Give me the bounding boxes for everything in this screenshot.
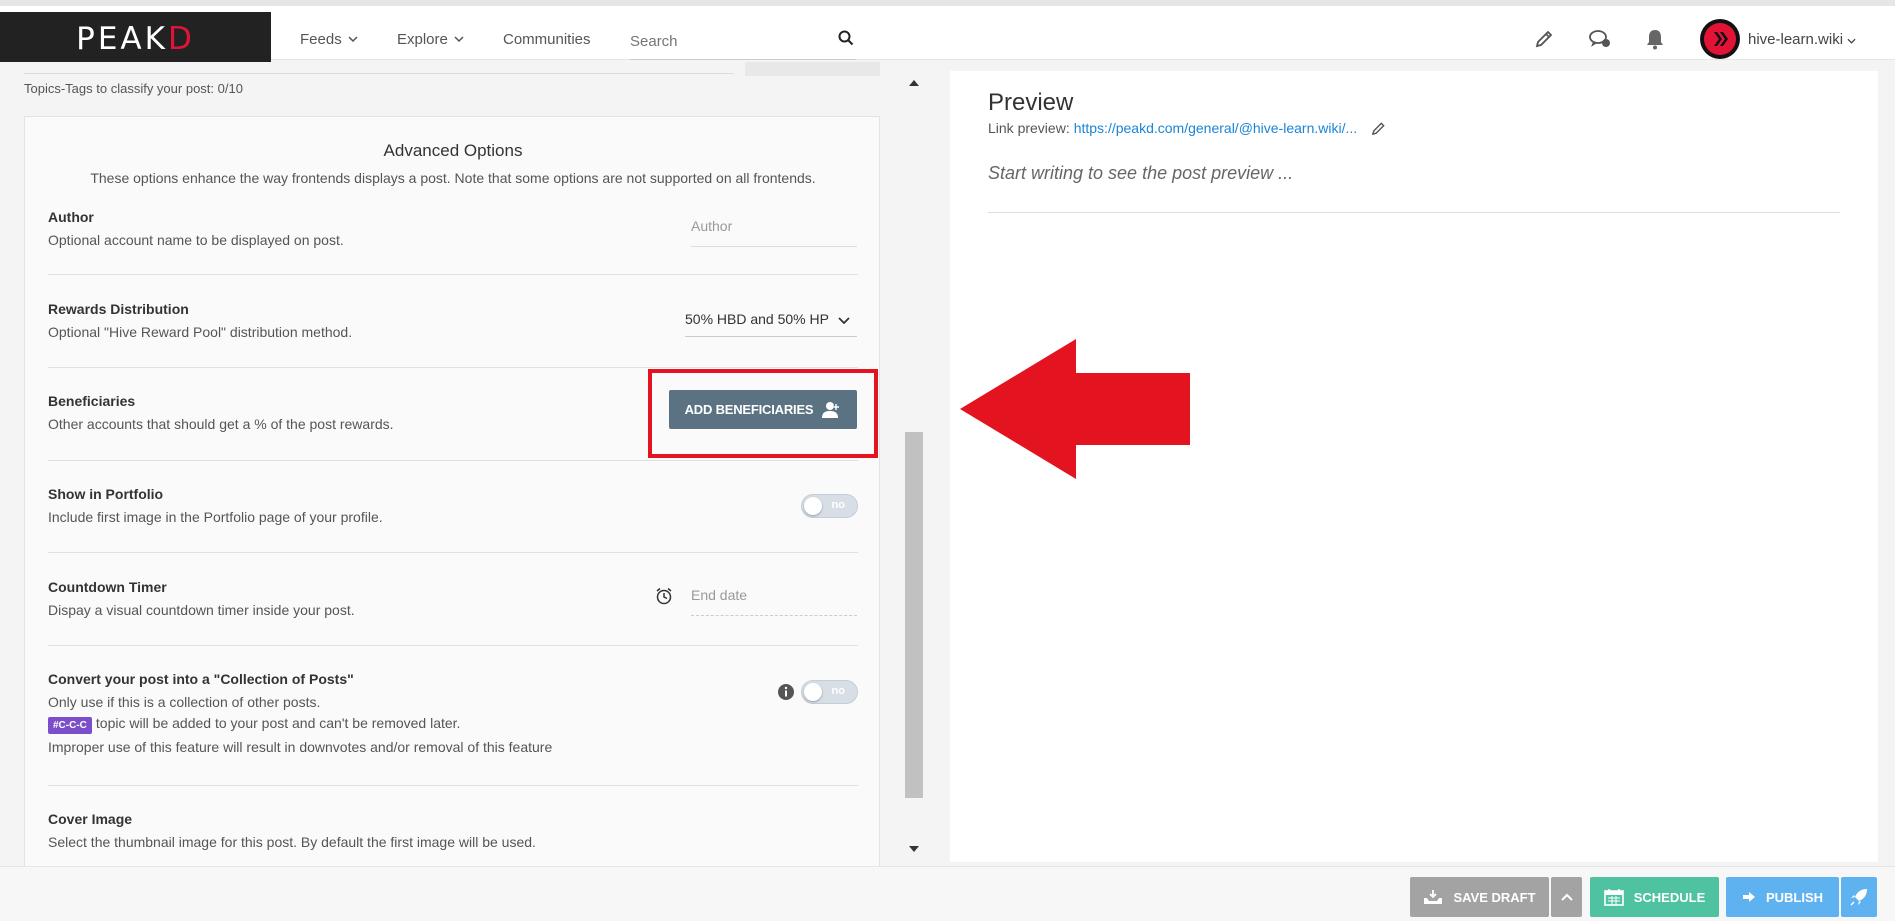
arrow-right-icon bbox=[1742, 892, 1755, 902]
username: hive-learn.wiki bbox=[1748, 30, 1844, 48]
preview-divider bbox=[988, 212, 1840, 213]
top-navbar: PEAKD Feeds Explore Communities Search h… bbox=[0, 0, 1895, 66]
publish-button[interactable]: PUBLISH bbox=[1726, 877, 1839, 917]
collection-desc: Only use if this is a collection of othe… bbox=[48, 694, 321, 710]
save-draft-button[interactable]: SAVE DRAFT bbox=[1410, 877, 1549, 917]
search-input[interactable] bbox=[630, 33, 820, 50]
divider bbox=[48, 645, 858, 646]
portfolio-label: Show in Portfolio bbox=[48, 486, 164, 502]
rewards-select[interactable]: 50% HBD and 50% HP bbox=[685, 311, 857, 337]
chevron-down-icon bbox=[348, 34, 358, 45]
advanced-options-title: Advanced Options bbox=[383, 141, 523, 160]
divider bbox=[48, 274, 858, 275]
cover-desc: Select the thumbnail image for this post… bbox=[48, 834, 536, 850]
link-preview: Link preview: https://peakd.com/general/… bbox=[988, 120, 1386, 136]
end-date-field[interactable]: End date bbox=[691, 587, 857, 616]
cover-option: Cover Image Select the thumbnail image f… bbox=[48, 811, 858, 850]
chat-icon[interactable] bbox=[1588, 28, 1610, 50]
scroll-up-arrow[interactable] bbox=[909, 80, 919, 86]
rewards-selected-value: 50% HBD and 50% HP bbox=[685, 311, 829, 327]
hive-logo-icon bbox=[1714, 32, 1728, 46]
collection-badge: #C-C-C bbox=[48, 717, 92, 734]
cover-label: Cover Image bbox=[48, 811, 133, 827]
chevron-down-icon bbox=[838, 311, 850, 327]
pencil-icon[interactable] bbox=[1371, 121, 1386, 136]
publish-options-button[interactable] bbox=[1841, 877, 1877, 917]
calendar-icon bbox=[1603, 889, 1624, 906]
divider bbox=[48, 785, 858, 786]
annotation-arrow-icon bbox=[960, 339, 1190, 479]
portfolio-desc: Include first image in the Portfolio pag… bbox=[48, 509, 383, 525]
link-preview-url[interactable]: https://peakd.com/general/@hive-learn.wi… bbox=[1074, 120, 1357, 136]
collection-topic-text: topic will be added to your post and can… bbox=[95, 715, 461, 731]
chevron-up-icon bbox=[1560, 893, 1573, 901]
bell-icon[interactable] bbox=[1645, 28, 1667, 50]
bottom-action-bar: SAVE DRAFT SCHEDULE PUBLISH bbox=[0, 866, 1895, 921]
nav-feeds-label: Feeds bbox=[300, 30, 342, 48]
nav-explore-label: Explore bbox=[397, 30, 448, 48]
scroll-thumb[interactable] bbox=[905, 432, 923, 798]
nav-communities-label: Communities bbox=[503, 30, 591, 48]
search-icon[interactable] bbox=[838, 30, 854, 51]
portfolio-toggle[interactable]: no bbox=[801, 494, 858, 518]
divider bbox=[48, 552, 858, 553]
search-box bbox=[630, 24, 856, 60]
tags-input[interactable] bbox=[24, 62, 734, 74]
avatar bbox=[1700, 19, 1740, 59]
pencil-icon[interactable] bbox=[1533, 28, 1555, 50]
collection-topic-line: #C-C-C topic will be added to your post a… bbox=[48, 715, 858, 734]
toggle-knob bbox=[804, 497, 822, 515]
divider bbox=[48, 460, 858, 461]
annotation-highlight-box bbox=[648, 369, 878, 458]
toggle-label: no bbox=[831, 499, 845, 511]
save-draft-options-button[interactable] bbox=[1551, 877, 1582, 917]
chevron-down-icon bbox=[454, 34, 464, 45]
toggle-knob bbox=[804, 683, 822, 701]
user-menu[interactable]: hive-learn.wiki bbox=[1700, 18, 1856, 60]
chevron-down-icon bbox=[1847, 31, 1856, 48]
scroll-down-arrow[interactable] bbox=[909, 846, 919, 852]
advanced-options-card: Advanced Options These options enhance t… bbox=[24, 116, 880, 876]
nav-explore[interactable]: Explore bbox=[397, 12, 464, 66]
link-preview-label: Link preview: bbox=[988, 120, 1070, 136]
author-field[interactable]: Author bbox=[691, 218, 857, 247]
schedule-label: SCHEDULE bbox=[1633, 889, 1706, 905]
toggle-label: no bbox=[831, 685, 845, 697]
nav-communities[interactable]: Communities bbox=[503, 12, 591, 66]
logo-text: PEAKD bbox=[76, 21, 195, 57]
inbox-download-icon bbox=[1424, 890, 1443, 904]
collection-toggle[interactable]: no bbox=[801, 680, 858, 704]
save-draft-label: SAVE DRAFT bbox=[1453, 889, 1536, 905]
preview-placeholder: Start writing to see the post preview ..… bbox=[988, 163, 1294, 183]
editor-scrollbar[interactable] bbox=[903, 72, 925, 862]
tags-side-button[interactable] bbox=[745, 62, 880, 76]
alarm-clock-icon bbox=[655, 587, 673, 610]
divider bbox=[48, 367, 858, 368]
info-icon[interactable] bbox=[777, 683, 795, 706]
tags-count: Topics-Tags to classify your post: 0/10 bbox=[24, 81, 243, 96]
collection-warning: Improper use of this feature will result… bbox=[48, 739, 553, 755]
peakd-logo[interactable]: PEAKD bbox=[0, 12, 271, 66]
collection-label: Convert your post into a "Collection of … bbox=[48, 671, 354, 687]
publish-label: PUBLISH bbox=[1765, 889, 1824, 905]
nav-feeds[interactable]: Feeds bbox=[300, 12, 358, 66]
preview-title: Preview bbox=[988, 89, 1074, 116]
advanced-options-description: These options enhance the way frontends … bbox=[90, 170, 816, 186]
rocket-icon bbox=[1850, 889, 1867, 906]
portfolio-option: Show in Portfolio Include first image in… bbox=[48, 486, 858, 525]
schedule-button[interactable]: SCHEDULE bbox=[1590, 877, 1719, 917]
collection-option: Convert your post into a "Collection of … bbox=[48, 671, 858, 755]
